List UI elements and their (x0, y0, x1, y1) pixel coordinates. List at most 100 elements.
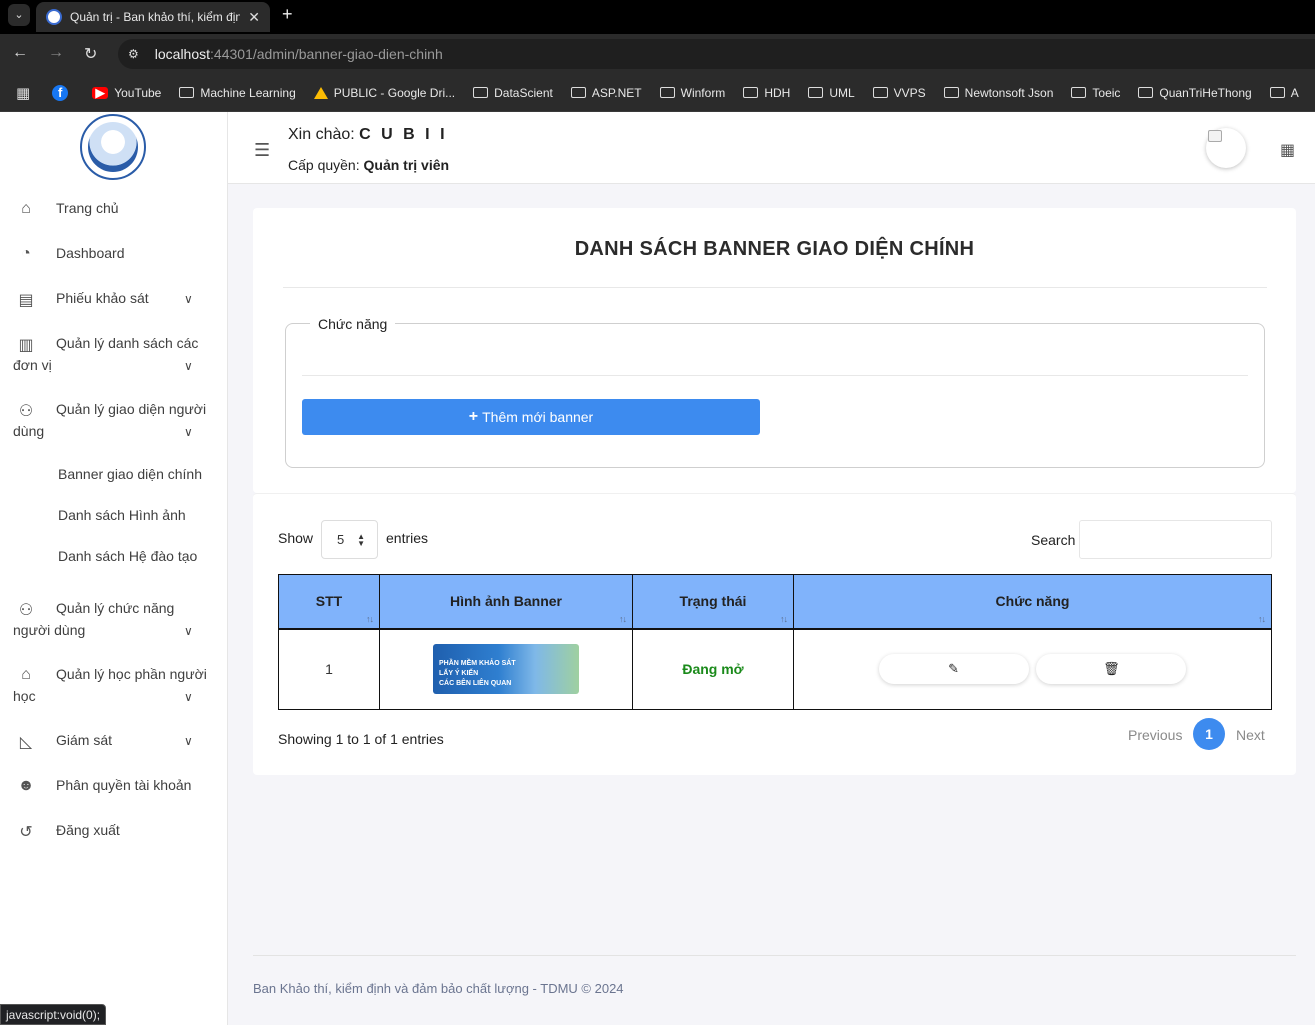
sidebar-item-label: Quản lý danh sách các (56, 335, 199, 351)
forward-arrow-icon[interactable]: → (48, 44, 64, 62)
site-info-icon[interactable]: ⚙ (128, 47, 139, 61)
avatar[interactable] (1206, 128, 1246, 168)
chevron-down-icon[interactable]: ∨ (184, 690, 193, 704)
sidebar-item-label-line2: học (13, 688, 36, 704)
broken-image-icon (1208, 130, 1222, 142)
column-header-status[interactable]: Trạng thái ↑↓ (632, 574, 794, 630)
functions-fieldset: Chức năng + Thêm mới banner (285, 316, 1265, 468)
bookmark-folder[interactable]: HDH (743, 86, 790, 100)
bookmark-folder[interactable]: Winform (659, 86, 725, 100)
folder-icon (179, 87, 195, 98)
banner-table: STT ↑↓ Hình ảnh Banner ↑↓ Trạng thái ↑↓ Chứ… (278, 574, 1272, 710)
role-info: Cấp quyền: Quản trị viên (288, 157, 449, 173)
cell-status: Đang mở (632, 628, 794, 710)
column-header-banner-image[interactable]: Hình ảnh Banner ↑↓ (379, 574, 633, 630)
banner-thumbnail[interactable]: PHẦN MỀM KHẢO SÁT LẤY Ý KIẾN CÁC BÊN LIÊ… (433, 644, 579, 695)
chevron-down-icon[interactable]: ∨ (184, 292, 193, 306)
browser-tab-bar: ⌄ Quản trị - Ban khảo thí, kiểm định và … (0, 0, 1315, 34)
youtube-icon: ▶ (92, 86, 109, 99)
folder-icon (1269, 87, 1285, 98)
submenu-banner[interactable]: Banner giao diện chính (58, 466, 202, 482)
table-row: 1 PHẦN MỀM KHẢO SÁT LẤY Ý KIẾN CÁC BÊN L… (278, 628, 1272, 710)
select-arrows-icon: ▲ ▼ (357, 532, 365, 548)
logout-icon: ↺ (19, 824, 33, 841)
cell-actions: ✎ 🗑 (793, 628, 1272, 710)
logo-emblem (88, 122, 138, 172)
bookmark-folder[interactable]: UML (808, 86, 855, 100)
submenu-training-systems[interactable]: Danh sách Hệ đào tạo (58, 548, 197, 564)
folder-icon (743, 87, 759, 98)
folder-icon (473, 87, 489, 98)
bookmark-facebook[interactable]: f (52, 84, 74, 101)
home-icon: ⌂ (21, 200, 31, 217)
bookmark-google-drive[interactable]: PUBLIC - Google Dri... (313, 85, 456, 100)
add-banner-button[interactable]: + Thêm mới banner (302, 399, 760, 435)
sidebar-item-label: Dashboard (56, 245, 125, 261)
bookmark-folder[interactable]: QuanTriHeThong (1138, 86, 1252, 100)
browser-tab-active[interactable]: Quản trị - Ban khảo thí, kiểm định và đả… (36, 2, 270, 32)
sort-icon: ↑↓ (619, 613, 627, 624)
column-header-stt[interactable]: STT ↑↓ (278, 574, 380, 630)
folder-icon (1071, 87, 1087, 98)
bookmark-label: A (1290, 85, 1299, 100)
bookmark-folder[interactable]: Toeic (1071, 86, 1120, 100)
page-size-select[interactable]: 5 ▲ ▼ (321, 520, 378, 559)
folder-icon (1138, 87, 1154, 98)
bookmark-folder[interactable]: Newtonsoft Json (943, 86, 1053, 100)
bookmark-label: ASP.NET (591, 85, 642, 100)
reload-icon[interactable]: ↻ (84, 44, 97, 64)
search-input[interactable] (1079, 520, 1272, 559)
chevron-down-icon[interactable]: ∨ (184, 624, 193, 638)
bookmark-folder[interactable]: DataScient (473, 86, 553, 100)
apps-grid-icon[interactable]: ▦ (16, 84, 30, 102)
column-header-actions[interactable]: Chức năng ↑↓ (793, 574, 1272, 630)
back-arrow-icon[interactable]: ← (12, 44, 28, 62)
chevron-down-icon[interactable]: ∨ (184, 734, 193, 748)
folder-icon (872, 87, 888, 98)
sidebar-item-label: Phân quyền tài khoản (56, 777, 192, 793)
edit-button[interactable]: ✎ (878, 654, 1029, 685)
footer-text: Ban Khảo thí, kiểm định và đảm bảo chất … (253, 981, 624, 996)
bookmark-folder[interactable]: A (1269, 85, 1299, 100)
tab-close-icon[interactable]: ✕ (248, 9, 260, 26)
bookmark-youtube[interactable]: ▶ YouTube (92, 86, 161, 100)
submenu-images[interactable]: Danh sách Hình ảnh (58, 507, 186, 523)
chevron-down-icon[interactable]: ∨ (184, 425, 193, 439)
sidebar-item-label: Quản lý chức năng (56, 600, 175, 616)
sidebar-item-label: Phiếu khảo sát (56, 290, 149, 306)
tab-search-chevron-icon[interactable]: ⌄ (8, 4, 30, 26)
banner-text-line: LẤY Ý KIẾN (439, 670, 479, 678)
tdmu-logo[interactable] (80, 114, 146, 180)
sort-icon: ↑↓ (366, 613, 374, 624)
pagination-previous[interactable]: Previous (1128, 727, 1182, 743)
site-favicon-icon (46, 9, 62, 25)
chevron-down-icon[interactable]: ∨ (184, 359, 193, 373)
divider (302, 375, 1248, 376)
bookmark-folder[interactable]: Machine Learning (179, 85, 296, 100)
bookmark-folder[interactable]: ASP.NET (570, 85, 642, 100)
bookmark-folder[interactable]: VVPS (872, 86, 926, 100)
google-drive-icon (313, 86, 328, 99)
status-badge: Đang mở (682, 661, 744, 678)
table-info: Showing 1 to 1 of 1 entries (278, 731, 444, 747)
bookmark-label: PUBLIC - Google Dri... (333, 85, 456, 100)
clipboard-icon: ▤ (18, 292, 34, 309)
greeting: Xin chào: C U B I I (288, 126, 448, 144)
url-input[interactable]: ⚙ localhost:44301/admin/banner-giao-dien… (118, 39, 1315, 69)
sidebar-item-label: Quản lý giao diện người (56, 401, 207, 417)
gauge-icon: ◔ (21, 245, 31, 262)
sort-icon: ↑↓ (1258, 613, 1266, 624)
bookmark-label: Machine Learning (200, 85, 296, 100)
apps-grid-icon[interactable]: ▦ (1280, 140, 1295, 160)
pagination-next[interactable]: Next (1236, 727, 1265, 743)
banner-text-line: PHẦN MỀM KHẢO SÁT (439, 660, 516, 668)
pagination-page-1[interactable]: 1 (1193, 718, 1225, 750)
trash-icon: 🗑 (1103, 661, 1120, 677)
new-tab-button[interactable]: + (282, 4, 293, 25)
graduation-cap-icon: ⌂ (21, 666, 31, 683)
cell-stt: 1 (278, 628, 380, 710)
url-path: :44301/admin/banner-giao-dien-chinh (210, 46, 443, 62)
delete-button[interactable]: 🗑 (1036, 654, 1187, 685)
menu-toggle-icon[interactable]: ☰ (254, 140, 270, 161)
bookmark-label: HDH (764, 85, 791, 100)
